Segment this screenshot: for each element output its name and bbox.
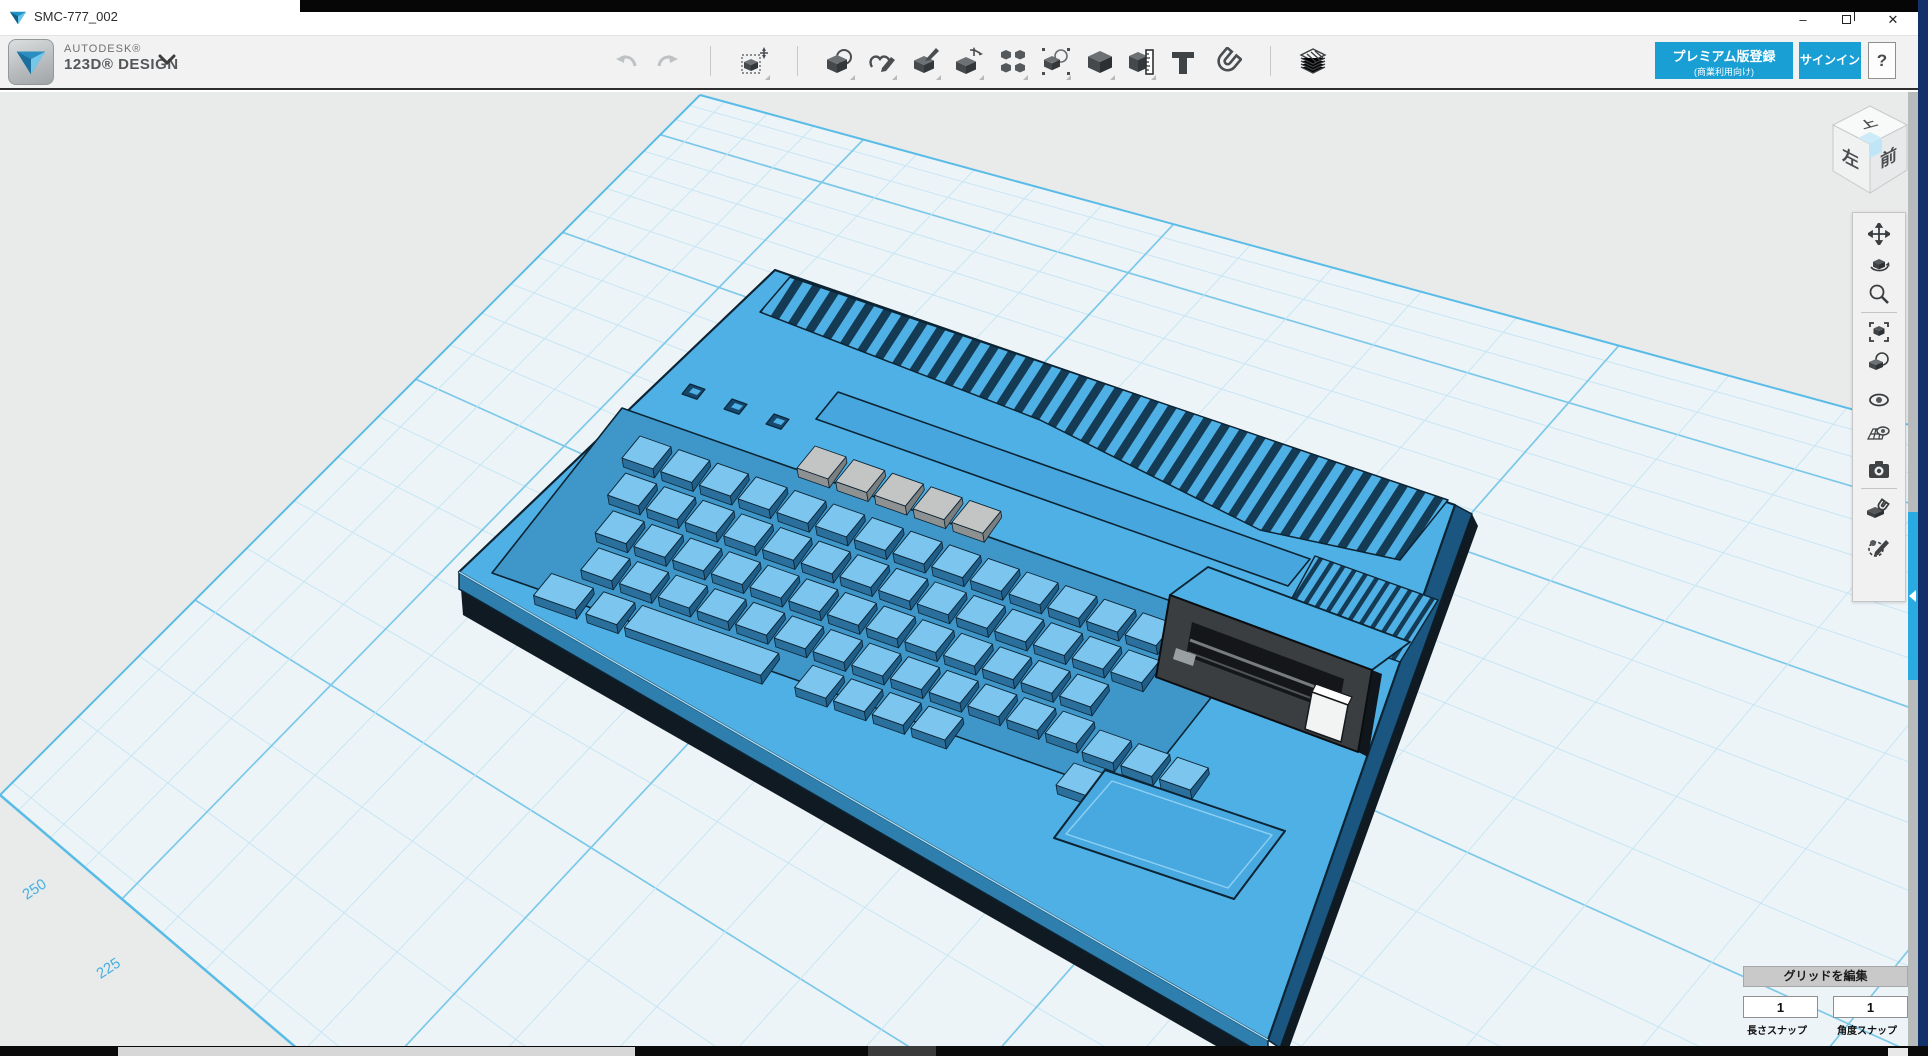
app-logo-icon <box>9 9 27 27</box>
magnet-icon <box>1212 47 1242 77</box>
edit-grid-button[interactable]: グリッドを編集 <box>1743 966 1908 987</box>
angle-snap-label: 角度スナップ <box>1837 1022 1897 1037</box>
undo-icon <box>614 51 640 73</box>
main-toolbar: AUTODESK® 123D® DESIGN <box>0 36 1918 90</box>
length-snap-label: 長さスナップ <box>1747 1022 1807 1037</box>
primitives-tool[interactable] <box>822 42 858 82</box>
desktop-edge <box>1918 0 1928 1046</box>
rail-separator <box>1861 312 1897 313</box>
text-tool[interactable] <box>1165 42 1201 82</box>
pattern-tool[interactable] <box>995 42 1031 82</box>
scene-canvas <box>0 92 1918 1046</box>
view-cube[interactable]: 上 左 前 <box>1824 100 1916 200</box>
view-toolbar <box>1852 212 1906 602</box>
fit-view-tool[interactable] <box>1853 317 1905 347</box>
combine-icon <box>1085 47 1115 77</box>
undo-button[interactable] <box>609 42 645 82</box>
app-window: SMC-777_002 – ✕ AUTODESK® 123D® DESIGN <box>0 0 1928 1056</box>
visibility-tool[interactable] <box>1853 385 1905 415</box>
app-menu-logo[interactable] <box>8 39 54 85</box>
transform-icon <box>740 47 770 77</box>
measure-tool[interactable] <box>1123 42 1159 82</box>
taskbar-window-segment[interactable] <box>118 1047 635 1056</box>
pattern-icon <box>999 48 1027 76</box>
construct-tool[interactable] <box>1295 42 1331 82</box>
panel-collapse-tab[interactable] <box>1908 512 1918 680</box>
combine-tool[interactable] <box>1082 42 1118 82</box>
group-icon <box>1041 47 1071 77</box>
toolbar-separator <box>1270 46 1271 76</box>
transform-tool[interactable] <box>737 42 773 82</box>
measure-icon <box>1126 47 1156 77</box>
viewport-3d[interactable]: 250 225 上 左 前 <box>0 92 1918 1046</box>
zoom-tool[interactable] <box>1853 279 1905 309</box>
length-snap-input[interactable] <box>1743 996 1818 1018</box>
toolbar-separator <box>797 46 798 76</box>
premium-sublabel: (商業利用向け) <box>1655 65 1793 78</box>
primitives-icon <box>825 47 855 77</box>
taskbar[interactable] <box>0 1046 1928 1056</box>
move-scale-icon <box>954 47 984 77</box>
help-button[interactable]: ? <box>1868 42 1896 79</box>
sketch-icon <box>867 47 897 77</box>
move-scale-tool[interactable] <box>951 42 987 82</box>
snap-object-tool[interactable] <box>1853 495 1905 525</box>
sketch-tool[interactable] <box>864 42 900 82</box>
taskbar-tray-segment[interactable] <box>1888 1048 1908 1056</box>
screenshot-tool[interactable] <box>1853 455 1905 485</box>
toolbar-separator <box>710 46 711 76</box>
rail-separator <box>1861 488 1897 489</box>
shading-tool[interactable] <box>1853 347 1905 377</box>
angle-snap-input[interactable] <box>1833 996 1908 1018</box>
tweak-tool[interactable] <box>908 42 944 82</box>
taskbar-icon-segment[interactable] <box>868 1046 936 1056</box>
show-hide-grid-tool[interactable] <box>1853 419 1905 449</box>
outline-visibility-tool[interactable] <box>1853 533 1905 563</box>
grid-settings-panel: グリッドを編集 長さスナップ 角度スナップ <box>1743 966 1908 987</box>
tweak-icon <box>911 47 941 77</box>
signin-button[interactable]: サインイン <box>1799 42 1861 79</box>
minimize-button[interactable]: – <box>1788 12 1818 30</box>
redo-icon <box>654 51 680 73</box>
menu-chevron-down-icon[interactable] <box>158 54 176 66</box>
premium-label: プレミアム版登録 <box>1655 42 1793 65</box>
redo-button[interactable] <box>649 42 685 82</box>
logo-triangle-icon <box>9 40 53 84</box>
construct-icon <box>1297 47 1329 77</box>
desktop-strip <box>300 0 1928 12</box>
restore-icon <box>1842 15 1851 24</box>
group-tool[interactable] <box>1038 42 1074 82</box>
premium-register-button[interactable]: プレミアム版登録 (商業利用向け) <box>1655 42 1793 79</box>
pan-tool[interactable] <box>1853 219 1905 249</box>
close-button[interactable]: ✕ <box>1878 12 1908 30</box>
window-title: SMC-777_002 <box>34 9 118 24</box>
collapse-arrow-icon <box>1909 590 1916 602</box>
restore-button[interactable] <box>1833 12 1863 30</box>
orbit-tool <box>1853 249 1905 279</box>
text-icon <box>1169 48 1197 76</box>
snap-tool[interactable] <box>1209 42 1245 82</box>
